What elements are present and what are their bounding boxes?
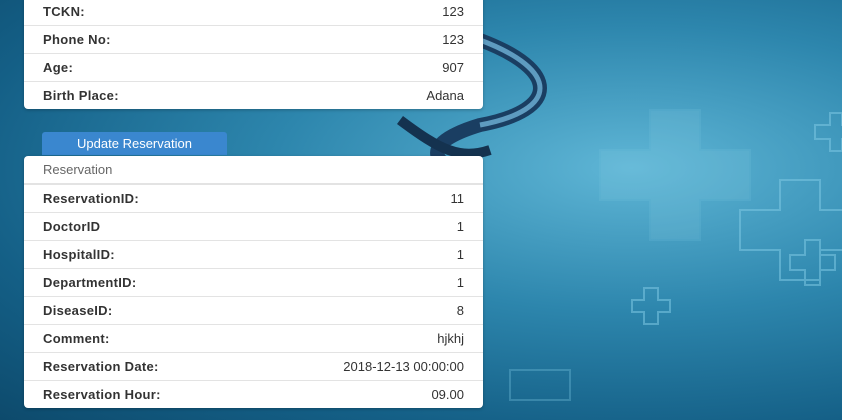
patient-info-panel: TCKN: 123 Phone No: 123 Age: 907 Birth P… — [24, 0, 483, 109]
row-label: Comment: — [43, 331, 110, 346]
reservation-row-hospital: HospitalID: 1 — [24, 240, 483, 268]
reservation-row-doctor: DoctorID 1 — [24, 212, 483, 240]
row-value: 09.00 — [431, 387, 464, 402]
patient-row-age: Age: 907 — [24, 53, 483, 81]
row-value: 2018-12-13 00:00:00 — [343, 359, 464, 374]
reservation-row-id: ReservationID: 11 — [24, 184, 483, 212]
row-value: 907 — [442, 60, 464, 75]
row-label: Reservation Hour: — [43, 387, 161, 402]
patient-row-tckn: TCKN: 123 — [24, 0, 483, 25]
row-value: 8 — [456, 303, 464, 318]
row-value: 1 — [456, 219, 464, 234]
reservation-row-date: Reservation Date: 2018-12-13 00:00:00 — [24, 352, 483, 380]
row-value: hjkhj — [437, 331, 464, 346]
row-label: TCKN: — [43, 4, 85, 19]
row-label: DepartmentID: — [43, 275, 137, 290]
reservation-row-department: DepartmentID: 1 — [24, 268, 483, 296]
reservation-row-hour: Reservation Hour: 09.00 — [24, 380, 483, 408]
reservation-row-disease: DiseaseID: 8 — [24, 296, 483, 324]
row-label: Birth Place: — [43, 88, 119, 103]
row-label: Phone No: — [43, 32, 111, 47]
row-label: HospitalID: — [43, 247, 115, 262]
row-label: Reservation Date: — [43, 359, 159, 374]
patient-row-phone: Phone No: 123 — [24, 25, 483, 53]
row-value: Adana — [426, 88, 464, 103]
update-reservation-button[interactable]: Update Reservation — [42, 132, 227, 155]
row-value: 123 — [442, 32, 464, 47]
row-label: Age: — [43, 60, 74, 75]
medical-cross-decoration — [509, 109, 842, 401]
row-label: DoctorID — [43, 219, 101, 234]
row-value: 1 — [456, 247, 464, 262]
row-label: DiseaseID: — [43, 303, 113, 318]
row-value: 11 — [450, 191, 465, 206]
reservation-row-comment: Comment: hjkhj — [24, 324, 483, 352]
patient-row-birth-place: Birth Place: Adana — [24, 81, 483, 109]
row-value: 1 — [456, 275, 464, 290]
reservation-heading: Reservation — [24, 156, 483, 184]
reservation-panel: Reservation ReservationID: 11 DoctorID 1… — [24, 156, 483, 408]
row-value: 123 — [442, 4, 464, 19]
row-label: ReservationID: — [43, 191, 139, 206]
